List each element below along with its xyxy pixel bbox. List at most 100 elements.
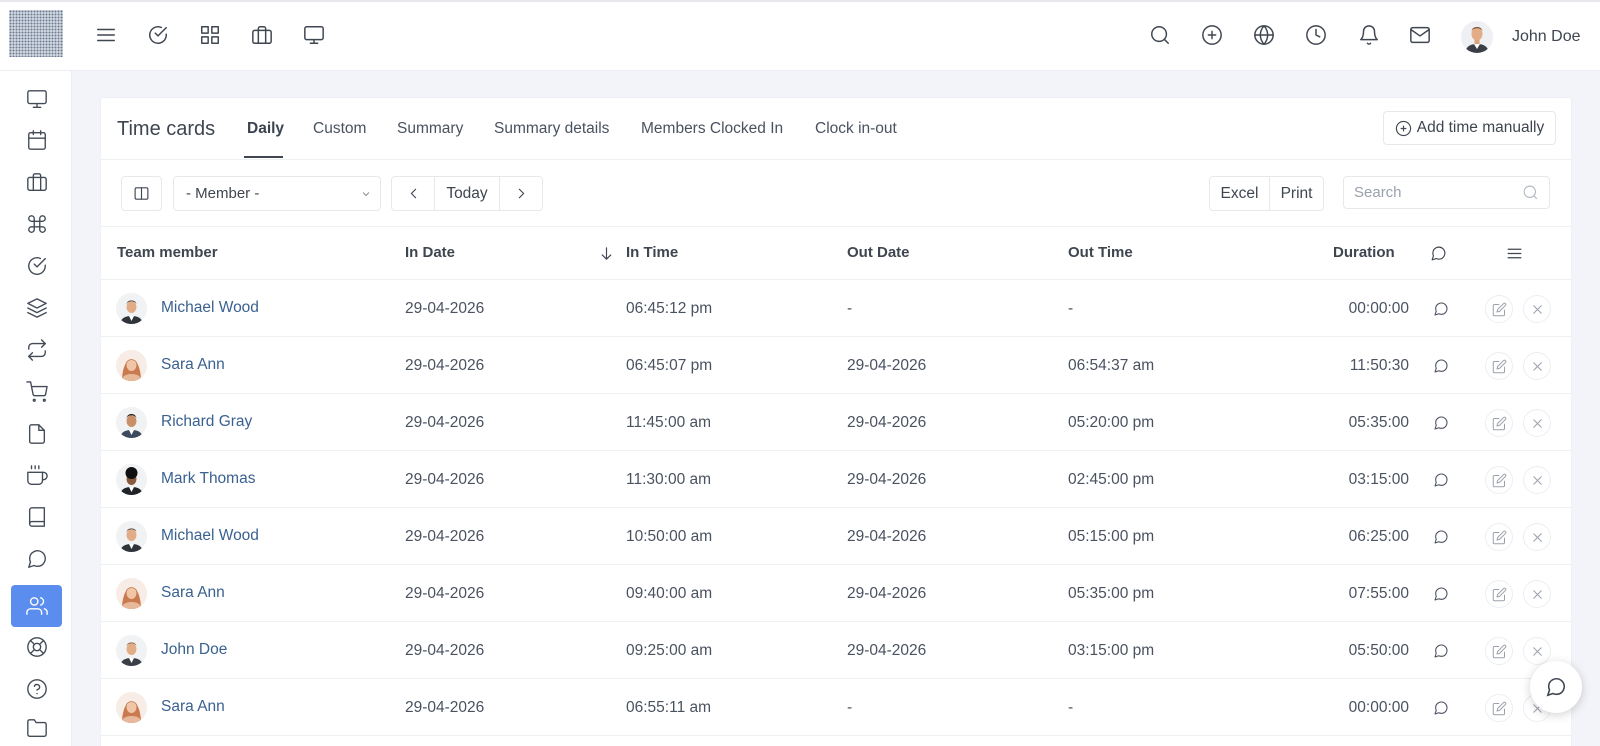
edit-icon[interactable] bbox=[1485, 637, 1513, 665]
sidebar-item-projects[interactable] bbox=[11, 161, 62, 203]
column-header-in-date[interactable]: In Date bbox=[405, 244, 455, 261]
edit-icon[interactable] bbox=[1485, 523, 1513, 551]
edit-icon[interactable] bbox=[1485, 409, 1513, 437]
edit-icon[interactable] bbox=[1485, 466, 1513, 494]
tab-clock-in-out[interactable]: Clock in-out bbox=[815, 120, 897, 138]
member-name-link[interactable]: Sara Ann bbox=[161, 584, 225, 602]
sidebar-item-store[interactable] bbox=[11, 371, 62, 413]
delete-icon[interactable] bbox=[1523, 637, 1551, 665]
edit-icon[interactable] bbox=[1485, 580, 1513, 608]
today-label: Today bbox=[446, 184, 488, 202]
tab-summary[interactable]: Summary bbox=[397, 120, 463, 138]
delete-icon[interactable] bbox=[1523, 352, 1551, 380]
sidebar-item-tasks[interactable] bbox=[11, 245, 62, 287]
out-time-cell: 03:15:00 pm bbox=[1068, 642, 1155, 659]
user-name[interactable]: John Doe bbox=[1512, 28, 1581, 46]
app-logo[interactable] bbox=[9, 10, 63, 57]
duration-cell: 05:35:00 bbox=[1348, 414, 1409, 431]
columns-icon bbox=[134, 187, 149, 200]
mail-icon[interactable] bbox=[1407, 22, 1433, 48]
comment-icon[interactable] bbox=[1427, 352, 1455, 380]
edit-icon[interactable] bbox=[1485, 694, 1513, 722]
print-button[interactable]: Print bbox=[1269, 176, 1324, 211]
toggle-columns-button[interactable] bbox=[121, 176, 162, 211]
sidebar-item-team[interactable] bbox=[11, 585, 62, 627]
member-name-link[interactable]: Richard Gray bbox=[161, 413, 252, 431]
edit-icon[interactable] bbox=[1485, 352, 1513, 380]
sort-descending-icon[interactable] bbox=[596, 243, 616, 263]
delete-icon[interactable] bbox=[1523, 295, 1551, 323]
next-day-button[interactable] bbox=[499, 176, 543, 211]
out-time-cell: 02:45:00 pm bbox=[1068, 471, 1155, 488]
add-time-manually-button[interactable]: Add time manually bbox=[1383, 111, 1556, 145]
sidebar-item-knowledge[interactable] bbox=[11, 496, 62, 538]
delete-icon[interactable] bbox=[1523, 580, 1551, 608]
sidebar-item-command[interactable] bbox=[11, 203, 62, 245]
plus-circle-icon[interactable] bbox=[1199, 22, 1225, 48]
sidebar-item-files[interactable] bbox=[11, 413, 62, 455]
out-time-cell: 05:35:00 pm bbox=[1068, 585, 1155, 602]
sidebar-item-calendar[interactable] bbox=[11, 119, 62, 161]
delete-icon[interactable] bbox=[1523, 409, 1551, 437]
column-header-in-time[interactable]: In Time bbox=[626, 244, 678, 261]
briefcase-icon[interactable] bbox=[249, 22, 275, 48]
member-name-link[interactable]: Michael Wood bbox=[161, 527, 259, 545]
comment-icon[interactable] bbox=[1427, 580, 1455, 608]
chat-button[interactable] bbox=[1530, 661, 1582, 713]
delete-icon[interactable] bbox=[1523, 466, 1551, 494]
column-header-out-time[interactable]: Out Time bbox=[1068, 244, 1133, 261]
tab-custom[interactable]: Custom bbox=[313, 120, 366, 138]
member-avatar bbox=[116, 407, 147, 438]
comment-icon[interactable] bbox=[1427, 466, 1455, 494]
column-header-out-date[interactable]: Out Date bbox=[847, 244, 910, 261]
clock-icon[interactable] bbox=[1303, 22, 1329, 48]
sidebar-item-help[interactable] bbox=[11, 668, 62, 710]
globe-icon[interactable] bbox=[1251, 22, 1277, 48]
search-icon[interactable] bbox=[1147, 22, 1173, 48]
member-name-link[interactable]: John Doe bbox=[161, 641, 227, 659]
sidebar-item-support[interactable] bbox=[11, 626, 62, 668]
excel-button[interactable]: Excel bbox=[1209, 176, 1270, 211]
monitor-icon[interactable] bbox=[301, 22, 327, 48]
search-input[interactable] bbox=[1354, 184, 1514, 201]
tab-members-clocked-in[interactable]: Members Clocked In bbox=[641, 120, 783, 138]
sidebar-item-folder[interactable] bbox=[11, 707, 62, 746]
out-time-cell: 05:15:00 pm bbox=[1068, 528, 1155, 545]
bell-icon[interactable] bbox=[1356, 22, 1382, 48]
prev-day-button[interactable] bbox=[391, 176, 435, 211]
sidebar-item-breaks[interactable] bbox=[11, 455, 62, 497]
delete-icon[interactable] bbox=[1523, 523, 1551, 551]
tab-summary-details[interactable]: Summary details bbox=[494, 120, 609, 138]
comment-icon[interactable] bbox=[1427, 295, 1455, 323]
sidebar-item-subscriptions[interactable] bbox=[11, 329, 62, 371]
user-avatar[interactable] bbox=[1461, 21, 1493, 53]
comment-icon[interactable] bbox=[1427, 694, 1455, 722]
sidebar-item-messages[interactable] bbox=[11, 538, 62, 580]
table-row: Sara Ann 29-04-2026 09:40:00 am 29-04-2026 0… bbox=[101, 565, 1571, 622]
member-name-link[interactable]: Sara Ann bbox=[161, 698, 225, 716]
grid-icon[interactable] bbox=[197, 22, 223, 48]
member-name-link[interactable]: Michael Wood bbox=[161, 299, 259, 317]
sidebar-item-dashboard[interactable] bbox=[11, 78, 62, 120]
today-button[interactable]: Today bbox=[434, 176, 500, 211]
in-time-cell: 06:45:07 pm bbox=[626, 357, 713, 374]
column-header-team-member[interactable]: Team member bbox=[117, 244, 218, 261]
in-time-cell: 09:40:00 am bbox=[626, 585, 713, 602]
in-time-cell: 11:30:00 am bbox=[626, 471, 712, 488]
sidebar-item-layers[interactable] bbox=[11, 287, 62, 329]
message-circle-icon bbox=[27, 550, 46, 568]
member-name-link[interactable]: Mark Thomas bbox=[161, 470, 255, 488]
menu-icon[interactable] bbox=[93, 22, 119, 48]
in-time-cell: 10:50:00 am bbox=[626, 528, 713, 545]
edit-icon[interactable] bbox=[1485, 295, 1513, 323]
column-options-icon[interactable] bbox=[1504, 243, 1524, 263]
tab-daily[interactable]: Daily bbox=[247, 120, 284, 138]
member-avatar bbox=[116, 635, 147, 666]
comment-icon[interactable] bbox=[1427, 637, 1455, 665]
member-select[interactable]: - Member - bbox=[173, 176, 381, 211]
comment-icon[interactable] bbox=[1427, 523, 1455, 551]
check-circle-icon[interactable] bbox=[145, 22, 171, 48]
comment-icon[interactable] bbox=[1427, 409, 1455, 437]
member-name-link[interactable]: Sara Ann bbox=[161, 356, 225, 374]
column-header-duration[interactable]: Duration bbox=[1333, 244, 1395, 261]
